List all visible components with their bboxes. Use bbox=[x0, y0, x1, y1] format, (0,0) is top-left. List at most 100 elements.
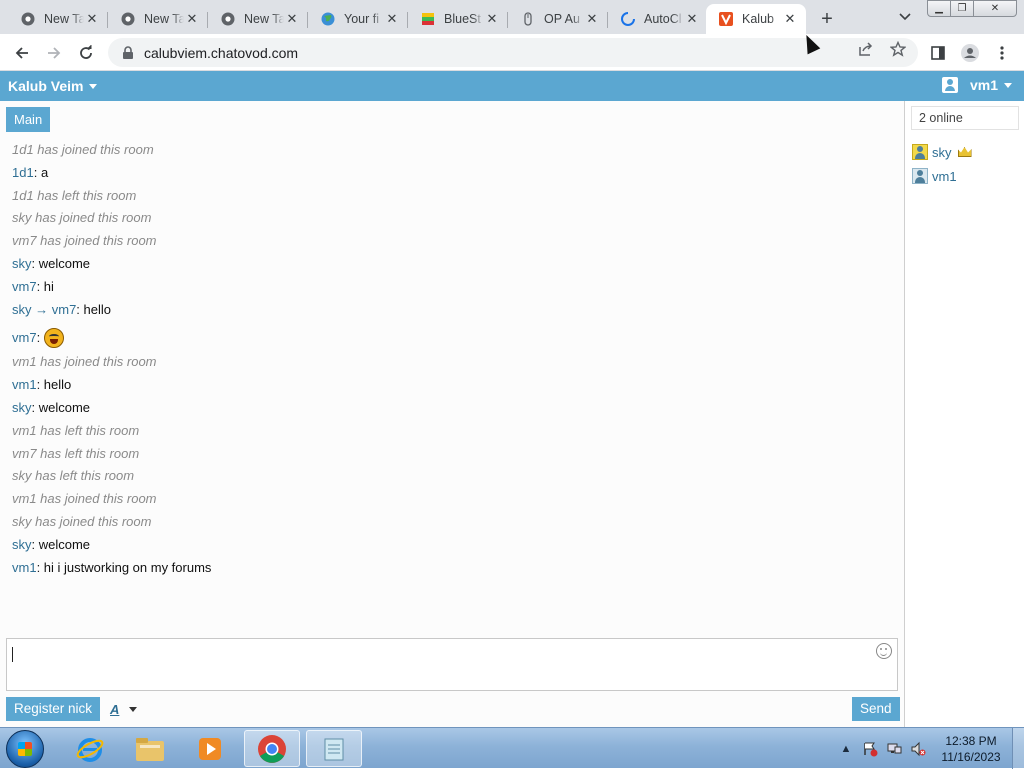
chevron-down-icon bbox=[899, 13, 911, 21]
browser-menu-button[interactable] bbox=[988, 39, 1016, 67]
browser-tab[interactable]: Your fi ✕ bbox=[308, 4, 408, 34]
volume-muted-icon[interactable] bbox=[909, 740, 927, 758]
start-button[interactable] bbox=[6, 730, 44, 768]
message-nick[interactable]: 1d1 bbox=[12, 165, 34, 180]
window-controls: ▁ ❐ ✕ bbox=[927, 0, 1017, 18]
user-list-item[interactable]: vm1 bbox=[912, 166, 957, 186]
user-avatar-icon bbox=[912, 144, 928, 160]
user-menu[interactable]: vm1 bbox=[941, 77, 1012, 93]
room-name: Kalub Veim bbox=[8, 78, 84, 94]
user-avatar-icon bbox=[912, 168, 928, 184]
close-icon[interactable]: ✕ bbox=[484, 11, 500, 27]
caret-down-icon bbox=[89, 83, 98, 89]
message-nick[interactable]: vm1 bbox=[12, 377, 37, 392]
browser-tab[interactable]: AutoCl ✕ bbox=[608, 4, 708, 34]
show-hidden-icons-icon[interactable]: ▲ bbox=[837, 740, 855, 758]
system-clock[interactable]: 12:38 PM 11/16/2023 bbox=[930, 733, 1012, 765]
message-nick[interactable]: vm7 bbox=[12, 279, 37, 294]
message-nick[interactable]: sky bbox=[12, 537, 32, 552]
chat-message: 1d1: a bbox=[12, 164, 49, 180]
message-nick[interactable]: vm1 bbox=[12, 560, 37, 575]
close-icon[interactable]: ✕ bbox=[584, 11, 600, 27]
mouse-icon bbox=[520, 11, 536, 27]
message-nick[interactable]: sky bbox=[12, 256, 32, 271]
forward-button[interactable] bbox=[40, 39, 68, 67]
system-message: sky has joined this room bbox=[12, 210, 152, 226]
caret-down-icon bbox=[129, 707, 138, 712]
browser-tab[interactable]: BlueSt ✕ bbox=[408, 4, 508, 34]
network-icon[interactable] bbox=[885, 740, 903, 758]
chat-message: sky: welcome bbox=[12, 255, 91, 271]
message-text: hello bbox=[83, 301, 111, 317]
user-list-item[interactable]: sky bbox=[912, 142, 972, 162]
chatovod-icon bbox=[718, 11, 734, 27]
window-close-button[interactable]: ✕ bbox=[973, 0, 1017, 17]
profile-icon bbox=[961, 44, 979, 62]
close-icon[interactable]: ✕ bbox=[684, 11, 700, 27]
browser-tab[interactable]: New Tab ✕ bbox=[208, 4, 308, 34]
back-button[interactable] bbox=[8, 39, 36, 67]
close-icon[interactable]: ✕ bbox=[782, 11, 798, 27]
user-nick: sky bbox=[932, 144, 952, 160]
browser-tab[interactable]: New Tab ✕ bbox=[8, 4, 108, 34]
browser-tab-active[interactable]: Kalub ✕ bbox=[706, 4, 806, 34]
profile-button[interactable] bbox=[956, 39, 984, 67]
tab-title: BlueSt bbox=[444, 12, 481, 26]
show-desktop-button[interactable] bbox=[1012, 728, 1024, 769]
globe-icon bbox=[320, 11, 336, 27]
chrome-icon[interactable] bbox=[244, 730, 300, 767]
close-icon[interactable]: ✕ bbox=[184, 11, 200, 27]
ie-icon[interactable] bbox=[62, 730, 118, 767]
notepad-icon[interactable] bbox=[306, 730, 362, 767]
message-nick[interactable]: vm7 bbox=[12, 329, 37, 347]
room-tab-main[interactable]: Main bbox=[6, 107, 51, 132]
file-explorer-icon[interactable] bbox=[122, 730, 178, 767]
address-bar[interactable]: calubviem.chatovod.com bbox=[108, 38, 918, 67]
private-message: sky → vm7: hello bbox=[12, 301, 111, 317]
message-text: welcome bbox=[38, 399, 91, 415]
action-center-icon[interactable] bbox=[861, 740, 879, 758]
register-nick-button[interactable]: Register nick bbox=[6, 697, 101, 721]
system-tray: ▲ 12:38 PM 11/16/2023 bbox=[834, 728, 1024, 769]
system-message: vm7 has joined this room bbox=[12, 233, 157, 249]
new-tab-button[interactable]: + bbox=[814, 6, 840, 32]
system-message: 1d1 has left this room bbox=[12, 187, 137, 203]
chat-message: vm7: bbox=[12, 323, 892, 353]
system-message: vm1 has joined this room bbox=[12, 491, 157, 507]
message-nick[interactable]: sky bbox=[12, 302, 32, 317]
clock-time: 12:38 PM bbox=[945, 733, 997, 748]
lock-icon[interactable] bbox=[122, 45, 134, 60]
share-icon[interactable] bbox=[857, 40, 875, 58]
chrome-icon bbox=[220, 11, 236, 27]
restore-button[interactable]: ❐ bbox=[950, 0, 974, 17]
current-username: vm1 bbox=[969, 77, 998, 93]
tab-title: New Tab bbox=[144, 12, 184, 26]
windows-taskbar: ▲ 12:38 PM 11/16/2023 bbox=[0, 727, 1024, 769]
media-player-icon[interactable] bbox=[182, 730, 238, 767]
emoji-picker-icon[interactable] bbox=[876, 643, 892, 659]
room-menu[interactable]: Kalub Veim bbox=[8, 78, 98, 94]
reload-button[interactable] bbox=[72, 39, 100, 67]
bookmark-star-icon[interactable] bbox=[889, 40, 907, 58]
chrome-icon bbox=[120, 11, 136, 27]
text-format-button[interactable]: A bbox=[110, 702, 138, 717]
browser-tab[interactable]: New Tab ✕ bbox=[108, 4, 208, 34]
chat-main: Main 1d1 has joined this room 1d1: a 1d1… bbox=[0, 101, 904, 727]
side-panel-button[interactable] bbox=[924, 39, 952, 67]
send-button[interactable]: Send bbox=[852, 697, 900, 721]
tab-strip: New Tab ✕ New Tab ✕ New Tab ✕ Your fi ✕ … bbox=[0, 0, 1024, 34]
close-icon[interactable]: ✕ bbox=[84, 11, 100, 27]
tab-search-button[interactable] bbox=[895, 8, 915, 26]
close-icon[interactable]: ✕ bbox=[284, 11, 300, 27]
system-message: vm7 has left this room bbox=[12, 445, 140, 461]
browser-tab[interactable]: OP Au ✕ bbox=[508, 4, 608, 34]
message-recipient[interactable]: vm7 bbox=[52, 302, 77, 317]
message-nick[interactable]: sky bbox=[12, 400, 32, 415]
message-input[interactable] bbox=[6, 638, 898, 691]
message-text: hello bbox=[43, 377, 72, 393]
message-text: hi i justworking on my forums bbox=[43, 559, 212, 575]
close-icon[interactable]: ✕ bbox=[384, 11, 400, 27]
chat-message: vm1: hi i justworking on my forums bbox=[12, 559, 212, 575]
message-text: welcome bbox=[38, 536, 91, 552]
minimize-button[interactable]: ▁ bbox=[927, 0, 951, 17]
